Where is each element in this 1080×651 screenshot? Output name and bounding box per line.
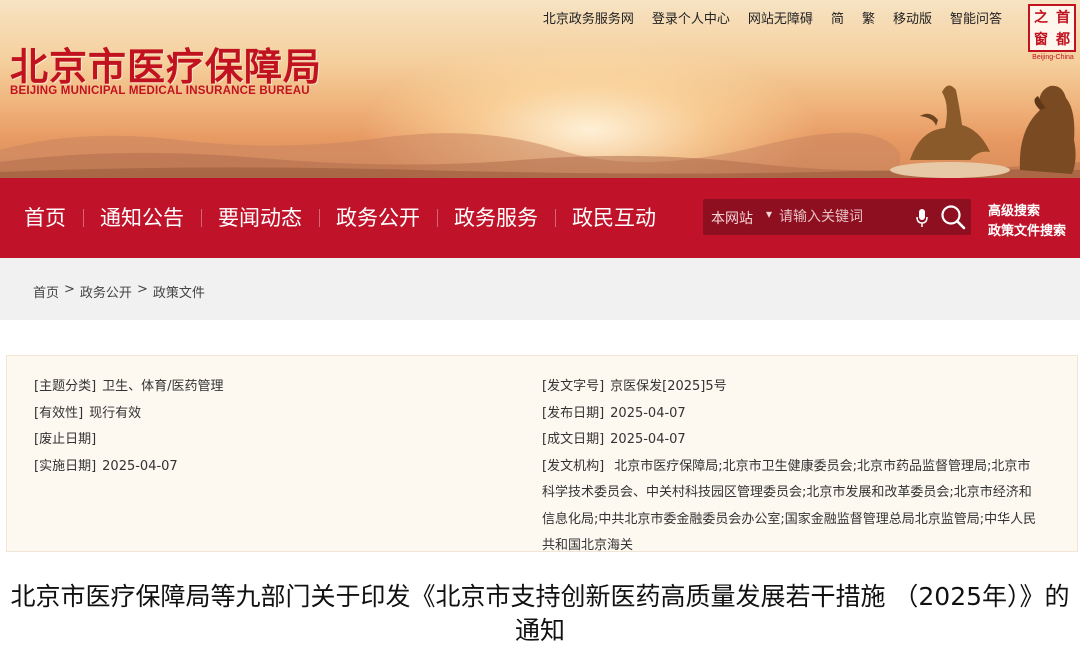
meta-topic: [主题分类] 卫生、体育/医药管理 <box>34 379 224 394</box>
search-box: 本网站 ▾ <box>703 199 971 235</box>
advanced-search-links: 高级搜索 政策文件搜索 <box>988 202 1066 242</box>
nav-gov-affairs[interactable]: 政务公开 <box>319 205 437 231</box>
breadcrumb-policy-docs[interactable]: 政策文件 <box>153 282 205 301</box>
header-banner: 北京政务服务网 登录个人中心 网站无障碍 简 繁 移动版 智能问答 北京市医疗保… <box>0 0 1080 178</box>
link-smart-qa[interactable]: 智能问答 <box>950 8 1002 27</box>
document-metadata-panel: [主题分类] 卫生、体育/医药管理 [有效性] 现行有效 [废止日期] [实施日… <box>6 355 1078 553</box>
nav-gov-services[interactable]: 政务服务 <box>437 205 555 231</box>
meta-doc-number: [发文字号] 京医保发[2025]5号 <box>542 379 727 394</box>
link-simplified[interactable]: 简 <box>831 8 844 27</box>
breadcrumb-home[interactable]: 首页 <box>33 282 59 301</box>
meta-abolish-date: [废止日期] <box>34 432 97 447</box>
site-logo-english: BEIJING MUNICIPAL MEDICAL INSURANCE BURE… <box>10 85 310 97</box>
metadata-left-column: [主题分类] 卫生、体育/医药管理 [有效性] 现行有效 [废止日期] [实施日… <box>34 374 514 480</box>
breadcrumb-separator: > <box>64 282 75 297</box>
advanced-search-link[interactable]: 高级搜索 <box>988 202 1066 222</box>
bronze-statues-illustration <box>890 85 1076 178</box>
scope-dropdown-icon[interactable]: ▾ <box>766 207 772 221</box>
microphone-icon[interactable] <box>915 208 929 228</box>
nav-news[interactable]: 要闻动态 <box>201 205 319 231</box>
link-login[interactable]: 登录个人中心 <box>652 8 730 27</box>
metadata-right-column: [发文字号] 京医保发[2025]5号 [发布日期] 2025-04-07 [成… <box>542 374 1042 560</box>
search-icon[interactable] <box>939 203 967 231</box>
policy-search-link[interactable]: 政策文件搜索 <box>988 222 1066 242</box>
meta-validity: [有效性] 现行有效 <box>34 405 142 421</box>
breadcrumb-separator: > <box>136 282 148 297</box>
nav-notices[interactable]: 通知公告 <box>83 205 201 231</box>
top-utility-links: 北京政务服务网 登录个人中心 网站无障碍 简 繁 移动版 智能问答 <box>543 8 1002 27</box>
search-input[interactable] <box>779 205 909 229</box>
search-scope-select[interactable]: 本网站 <box>711 208 753 228</box>
meta-issuing-agencies: [发文机构] 北京市医疗保障局;北京市卫生健康委员会;北京市药品监督管理局;北京… <box>542 458 1037 554</box>
link-accessibility[interactable]: 网站无障碍 <box>748 8 813 27</box>
document-title: 北京市医疗保障局等九部门关于印发《北京市支持创新医药高质量发展若干措施 （202… <box>10 582 1070 645</box>
nav-home[interactable]: 首页 <box>0 205 83 231</box>
breadcrumb: 首页 > 政务公开 > 政策文件 <box>33 282 205 301</box>
meta-publish-date: [发布日期] 2025-04-07 <box>542 405 686 421</box>
meta-written-date: [成文日期] 2025-04-07 <box>542 432 686 447</box>
link-mobile[interactable]: 移动版 <box>893 8 932 27</box>
site-logo-chinese[interactable]: 北京市医疗保障局 <box>10 36 322 91</box>
link-gov-service[interactable]: 北京政务服务网 <box>543 8 634 27</box>
breadcrumb-bar: 首页 > 政务公开 > 政策文件 <box>0 258 1080 320</box>
breadcrumb-gov-affairs[interactable]: 政务公开 <box>80 282 132 301</box>
meta-effective-date: [实施日期] 2025-04-07 <box>34 458 178 474</box>
capital-window-seal-logo[interactable]: 之 首 窗 都 Beijing-China <box>1028 4 1078 62</box>
main-navigation: 首页 通知公告 要闻动态 政务公开 政务服务 政民互动 本网站 ▾ <box>0 178 1080 258</box>
link-traditional[interactable]: 繁 <box>862 8 875 27</box>
nav-interaction[interactable]: 政民互动 <box>555 205 673 231</box>
